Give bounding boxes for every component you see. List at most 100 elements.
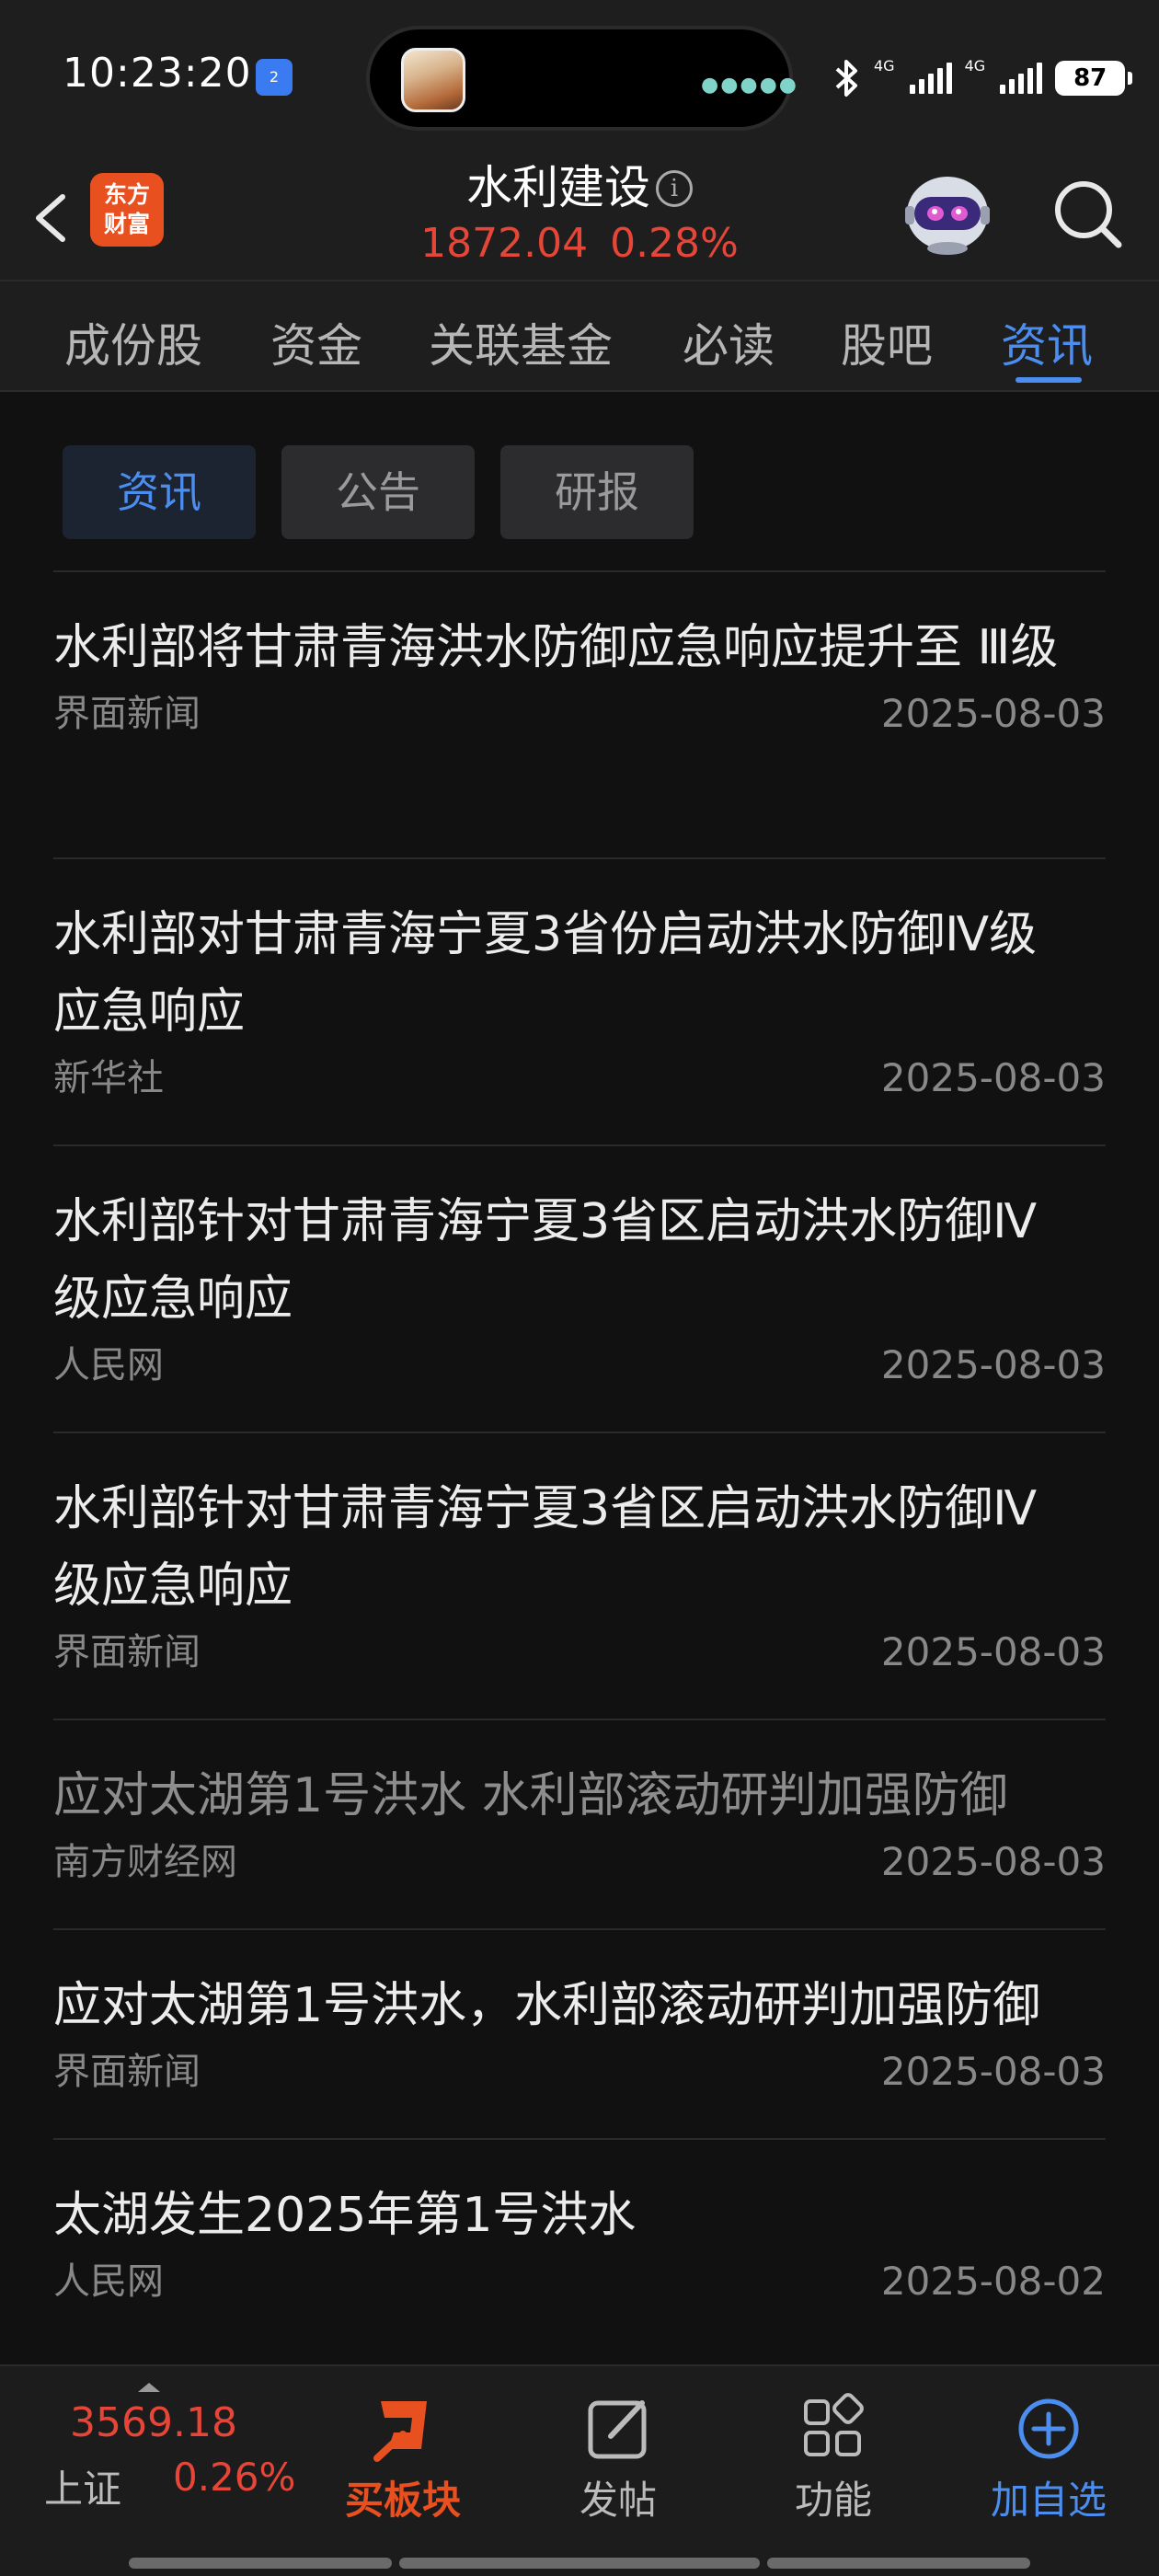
news-source: 界面新闻 bbox=[53, 1631, 201, 1673]
status-bar: 10:23:20 2 ●●●●● 4G 4G 87 bbox=[0, 0, 1159, 156]
subtab-research-reports[interactable]: 研报 bbox=[500, 445, 694, 539]
plus-circle-icon bbox=[1018, 2398, 1079, 2459]
news-meta: 界面新闻 2025-08-03 bbox=[53, 2044, 1106, 2099]
bottom-bar: 3569.18 上证 0.26% 买板块 发帖 功能 加自选 bbox=[0, 2364, 1159, 2576]
buy-sector-icon bbox=[373, 2401, 427, 2462]
news-date: 2025-08-03 bbox=[880, 1342, 1106, 1387]
news-meta: 南方财经网 2025-08-03 bbox=[53, 1834, 1106, 1890]
index-name: 上证 bbox=[44, 2467, 122, 2512]
home-indicator bbox=[767, 2558, 1030, 2569]
buy-sector-label: 买板块 bbox=[344, 2478, 461, 2523]
divider bbox=[53, 2138, 1106, 2140]
tab-news[interactable]: 资讯 bbox=[1001, 309, 1093, 375]
news-item[interactable]: 水利部针对甘肃青海宁夏3省区启动洪水防御Ⅳ级应急响应 人民网 2025-08-0… bbox=[53, 1183, 1106, 1393]
audio-wave-icon: ●●●●● bbox=[701, 74, 798, 97]
expand-caret-icon[interactable] bbox=[138, 2383, 160, 2392]
news-date: 2025-08-03 bbox=[880, 691, 1106, 736]
news-date: 2025-08-03 bbox=[880, 2049, 1106, 2094]
divider bbox=[53, 857, 1106, 859]
signal-label-1: 4G bbox=[874, 56, 895, 75]
status-time: 10:23:20 bbox=[63, 50, 252, 97]
header: 东方 财富 水利建设 i 1872.04 0.28% bbox=[0, 156, 1159, 280]
news-source: 新华社 bbox=[53, 1057, 164, 1099]
news-item[interactable]: 太湖发生2025年第1号洪水 人民网 2025-08-02 bbox=[53, 2177, 1106, 2309]
detail-tabs: 成份股 资金 关联基金 必读 股吧 资讯 bbox=[0, 280, 1159, 392]
news-source: 界面新闻 bbox=[53, 2051, 201, 2093]
bluetooth-icon bbox=[835, 60, 857, 97]
tab-constituents[interactable]: 成份股 bbox=[64, 309, 202, 375]
active-tab-indicator bbox=[1016, 377, 1082, 383]
signal-bars-icon bbox=[1000, 63, 1043, 94]
news-date: 2025-08-03 bbox=[880, 1055, 1106, 1100]
app-logo[interactable]: 东方 财富 bbox=[90, 173, 164, 247]
news-item[interactable]: 水利部针对甘肃青海宁夏3省区启动洪水防御Ⅳ级应急响应 界面新闻 2025-08-… bbox=[53, 1470, 1106, 1680]
info-icon[interactable]: i bbox=[656, 170, 693, 207]
divider bbox=[53, 1432, 1106, 1433]
index-change-pct: 0.26% bbox=[173, 2455, 296, 2500]
nfc-badge-count: 2 bbox=[269, 68, 280, 86]
page-title: 水利建设 bbox=[466, 161, 650, 214]
back-arrow-icon bbox=[36, 194, 65, 242]
divider bbox=[53, 1719, 1106, 1720]
news-meta: 界面新闻 2025-08-03 bbox=[53, 1625, 1106, 1680]
nfc-icon: 2 bbox=[256, 59, 293, 96]
battery-level: 87 bbox=[1073, 64, 1107, 92]
buy-sector-button[interactable]: 买板块 bbox=[329, 2385, 476, 2523]
sector-title-block: 水利建设 i 1872.04 0.28% bbox=[386, 156, 773, 269]
music-cover-thumbnail[interactable] bbox=[401, 48, 465, 112]
robot-avatar-icon bbox=[905, 177, 990, 255]
tab-fund-flow[interactable]: 资金 bbox=[270, 309, 362, 375]
status-indicators: 4G 4G 87 bbox=[833, 55, 1133, 101]
subtab-news[interactable]: 资讯 bbox=[63, 445, 256, 539]
home-indicator bbox=[399, 2558, 760, 2569]
news-title: 水利部针对甘肃青海宁夏3省区启动洪水防御Ⅳ级应急响应 bbox=[53, 1481, 1038, 1614]
news-item[interactable]: 水利部对甘肃青海宁夏3省份启动洪水防御Ⅳ级应急响应 新华社 2025-08-03 bbox=[53, 896, 1106, 1106]
news-date: 2025-08-03 bbox=[880, 1629, 1106, 1674]
news-item[interactable]: 水利部将甘肃青海洪水防御应急响应提升至 Ⅲ级 界面新闻 2025-08-03 bbox=[53, 609, 1106, 742]
functions-label: 功能 bbox=[794, 2478, 872, 2523]
post-label: 发帖 bbox=[579, 2478, 657, 2523]
sector-quote: 1872.04 0.28% bbox=[386, 219, 773, 269]
dynamic-island[interactable]: ●●●●● bbox=[366, 26, 797, 131]
news-title: 水利部针对甘肃青海宁夏3省区启动洪水防御Ⅳ级应急响应 bbox=[53, 1194, 1038, 1327]
battery-icon: 87 bbox=[1055, 61, 1133, 96]
news-source: 界面新闻 bbox=[53, 693, 201, 735]
news-title: 水利部对甘肃青海宁夏3省份启动洪水防御Ⅳ级应急响应 bbox=[53, 907, 1038, 1040]
logo-line-2: 财富 bbox=[103, 211, 150, 237]
divider bbox=[53, 1144, 1106, 1146]
news-source: 人民网 bbox=[53, 1344, 164, 1386]
tab-related-funds[interactable]: 关联基金 bbox=[429, 309, 613, 375]
news-meta: 人民网 2025-08-02 bbox=[53, 2254, 1106, 2309]
add-watchlist-label: 加自选 bbox=[990, 2478, 1107, 2523]
add-watchlist-button[interactable]: 加自选 bbox=[975, 2385, 1122, 2523]
news-subtabs: 资讯 公告 研报 bbox=[0, 392, 1159, 572]
signal-label-2: 4G bbox=[964, 56, 986, 75]
post-button[interactable]: 发帖 bbox=[545, 2385, 692, 2523]
back-button[interactable] bbox=[18, 177, 83, 259]
functions-button[interactable]: 功能 bbox=[760, 2385, 907, 2523]
grid-functions-icon bbox=[804, 2393, 864, 2456]
search-icon bbox=[1055, 181, 1122, 248]
divider bbox=[53, 570, 1106, 572]
search-button[interactable] bbox=[1045, 166, 1131, 258]
news-list: 水利部将甘肃青海洪水防御应急响应提升至 Ⅲ级 界面新闻 2025-08-03 水… bbox=[0, 570, 1159, 2364]
divider bbox=[53, 1928, 1106, 1930]
news-title: 应对太湖第1号洪水 水利部滚动研判加强防御 bbox=[53, 1768, 1008, 1823]
news-meta: 人民网 2025-08-03 bbox=[53, 1338, 1106, 1393]
news-source: 南方财经网 bbox=[53, 1841, 237, 1883]
news-meta: 新华社 2025-08-03 bbox=[53, 1051, 1106, 1106]
news-title: 太湖发生2025年第1号洪水 bbox=[53, 2188, 637, 2243]
subtab-announcements[interactable]: 公告 bbox=[281, 445, 475, 539]
news-date: 2025-08-02 bbox=[880, 2259, 1106, 2304]
news-title: 水利部将甘肃青海洪水防御应急响应提升至 Ⅲ级 bbox=[53, 620, 1059, 675]
ai-assistant-button[interactable] bbox=[901, 166, 993, 258]
tab-stock-forum[interactable]: 股吧 bbox=[841, 309, 933, 375]
news-item[interactable]: 应对太湖第1号洪水 水利部滚动研判加强防御 南方财经网 2025-08-03 bbox=[53, 1757, 1106, 1890]
news-meta: 界面新闻 2025-08-03 bbox=[53, 686, 1106, 742]
index-value: 3569.18 bbox=[70, 2399, 237, 2446]
news-item[interactable]: 应对太湖第1号洪水，水利部滚动研判加强防御 界面新闻 2025-08-03 bbox=[53, 1967, 1106, 2099]
signal-bars-icon bbox=[909, 63, 952, 94]
news-date: 2025-08-03 bbox=[880, 1839, 1106, 1884]
sector-price: 1872.04 bbox=[420, 220, 589, 267]
tab-must-read[interactable]: 必读 bbox=[683, 309, 775, 375]
